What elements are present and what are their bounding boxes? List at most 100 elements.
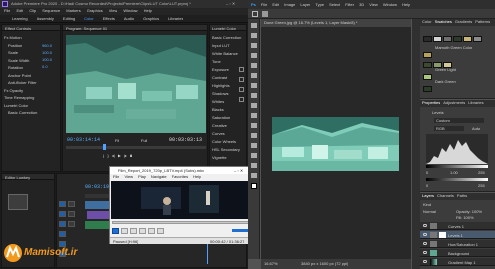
- ps-menu-filter[interactable]: Filter: [345, 2, 354, 9]
- tab-channels[interactable]: Channels: [437, 193, 454, 200]
- tool-icon[interactable]: [251, 103, 257, 108]
- layer-row[interactable]: Gradient Map 1: [420, 258, 495, 266]
- levels-input-slider[interactable]: [426, 165, 488, 168]
- eye-icon[interactable]: [423, 251, 427, 254]
- menu-file[interactable]: File: [4, 8, 10, 15]
- levels-output-slider[interactable]: [426, 178, 488, 181]
- program-timecode-left[interactable]: 00:03:14:14: [67, 137, 100, 143]
- ps-menu-file[interactable]: File: [261, 2, 267, 9]
- auto-button[interactable]: Auto: [472, 126, 480, 131]
- menu-help[interactable]: Help: [144, 8, 152, 15]
- workspace-libraries[interactable]: Libraries: [168, 16, 183, 22]
- effect-row[interactable]: Basic Correction: [4, 110, 60, 115]
- ps-menu-layer[interactable]: Layer: [300, 2, 310, 9]
- player-next-icon[interactable]: [148, 227, 155, 234]
- lumetri-item[interactable]: Vignette: [212, 155, 246, 160]
- tab-layers[interactable]: Layers: [422, 193, 434, 200]
- player-seek-bar[interactable]: [112, 221, 254, 224]
- menu-view[interactable]: View: [109, 8, 118, 15]
- lumetri-checkbox[interactable]: [239, 67, 244, 72]
- foreground-color-swatch[interactable]: [251, 183, 257, 189]
- tab-swatches[interactable]: Swatches: [435, 19, 452, 26]
- window-controls-icon[interactable]: – ▫ ✕: [226, 1, 235, 6]
- player-prev-icon[interactable]: [139, 227, 146, 234]
- tool-icon[interactable]: [251, 43, 257, 48]
- player-window-controls-icon[interactable]: – ▫ ✕: [234, 168, 243, 173]
- tab-patterns[interactable]: Patterns: [475, 19, 490, 26]
- tool-icon[interactable]: [251, 63, 257, 68]
- swatch-group-row[interactable]: Mamoth Green Color: [423, 45, 493, 58]
- workspace-audio[interactable]: Audio: [124, 16, 134, 22]
- player-stop-icon[interactable]: [130, 227, 137, 234]
- tool-icon[interactable]: [251, 93, 257, 98]
- program-scrub-bar[interactable]: [66, 146, 206, 149]
- tool-icon[interactable]: [251, 153, 257, 158]
- program-playhead-icon[interactable]: [103, 144, 106, 150]
- track-toggle-icon[interactable]: [68, 221, 75, 227]
- program-quality-select[interactable]: Full: [141, 138, 147, 143]
- opacity-field[interactable]: Opacity: 100%: [456, 209, 482, 214]
- player-menu-file[interactable]: File: [113, 174, 119, 180]
- track-toggle-icon[interactable]: [68, 201, 75, 207]
- ps-canvas-image[interactable]: [272, 117, 399, 171]
- track-toggle-icon[interactable]: [68, 211, 75, 217]
- levels-white-value[interactable]: 255: [478, 170, 485, 175]
- swatch[interactable]: [463, 36, 472, 42]
- ps-menu-image[interactable]: Image: [284, 2, 295, 9]
- play-icon[interactable]: ▶: [118, 153, 121, 161]
- lumetri-item[interactable]: Tone: [212, 59, 246, 64]
- ps-menu-select[interactable]: Select: [329, 2, 340, 9]
- program-fit-select[interactable]: Fit: [115, 138, 119, 143]
- mark-in-icon[interactable]: {: [103, 153, 104, 161]
- effect-controls-title[interactable]: Effect Controls: [5, 26, 31, 31]
- swatch-group-row[interactable]: Green Light: [423, 67, 493, 80]
- lumetri-title[interactable]: Lumetri Color: [212, 26, 236, 31]
- tab-color[interactable]: Color: [422, 19, 432, 26]
- channel-select[interactable]: RGB: [434, 126, 464, 131]
- layer-row[interactable]: Background: [420, 249, 495, 257]
- menu-graphics[interactable]: Graphics: [87, 8, 103, 15]
- folder-icon[interactable]: [8, 194, 28, 210]
- output-white-value[interactable]: 255: [478, 183, 485, 188]
- levels-gamma-value[interactable]: 1.00: [450, 170, 458, 175]
- menu-clip[interactable]: Clip: [29, 8, 36, 15]
- workspace-learning[interactable]: Learning: [12, 16, 28, 22]
- lumetri-item[interactable]: Input LUT: [212, 43, 246, 48]
- swatch[interactable]: [473, 36, 482, 42]
- tab-gradients[interactable]: Gradients: [455, 19, 472, 26]
- ps-logo-icon[interactable]: Ps: [251, 2, 256, 9]
- tool-icon[interactable]: [251, 133, 257, 138]
- swatch[interactable]: [423, 36, 432, 42]
- tab-properties[interactable]: Properties: [422, 100, 440, 107]
- tool-icon[interactable]: [251, 53, 257, 58]
- lumetri-checkbox[interactable]: [239, 97, 244, 102]
- lumetri-checkbox[interactable]: [239, 87, 244, 92]
- effect-row[interactable]: Lumetri Color: [4, 103, 60, 108]
- program-title[interactable]: Program: Sequence 01: [66, 26, 107, 31]
- eye-icon[interactable]: [423, 224, 427, 227]
- workspace-effects[interactable]: Effects: [103, 16, 115, 22]
- step-back-icon[interactable]: ◂|: [112, 153, 115, 161]
- eye-icon[interactable]: [423, 242, 427, 245]
- player-menu-view[interactable]: View: [124, 174, 133, 180]
- ps-menu-3d[interactable]: 3D: [359, 2, 364, 9]
- layer-row[interactable]: Hue/Saturation 1: [420, 240, 495, 248]
- mark-out-icon[interactable]: }: [107, 153, 108, 161]
- player-play-icon[interactable]: [112, 227, 119, 234]
- project-title[interactable]: Editor Lowkey: [5, 175, 30, 180]
- workspace-color[interactable]: Color: [84, 16, 94, 22]
- layer-row[interactable]: Levels 1: [420, 231, 495, 239]
- lumetri-item[interactable]: HSL Secondary: [212, 147, 246, 152]
- swatch[interactable]: [443, 36, 452, 42]
- layer-row[interactable]: Curves 1: [420, 222, 495, 230]
- lumetri-item[interactable]: Color Wheels: [212, 139, 246, 144]
- player-menu-navigate[interactable]: Navigate: [151, 174, 167, 180]
- export-frame-icon[interactable]: ◙: [130, 153, 132, 161]
- swatch-group-row[interactable]: Dark Green: [423, 79, 493, 92]
- menu-window[interactable]: Window: [123, 8, 137, 15]
- levels-black-value[interactable]: 0: [426, 170, 428, 175]
- blend-mode-select[interactable]: Normal: [423, 209, 436, 214]
- lumetri-checkbox[interactable]: [239, 77, 244, 82]
- home-icon[interactable]: [252, 11, 258, 17]
- ps-doc-tab[interactable]: Dune Green.jpg @ 16.7% (Levels 1, Layer …: [261, 19, 411, 27]
